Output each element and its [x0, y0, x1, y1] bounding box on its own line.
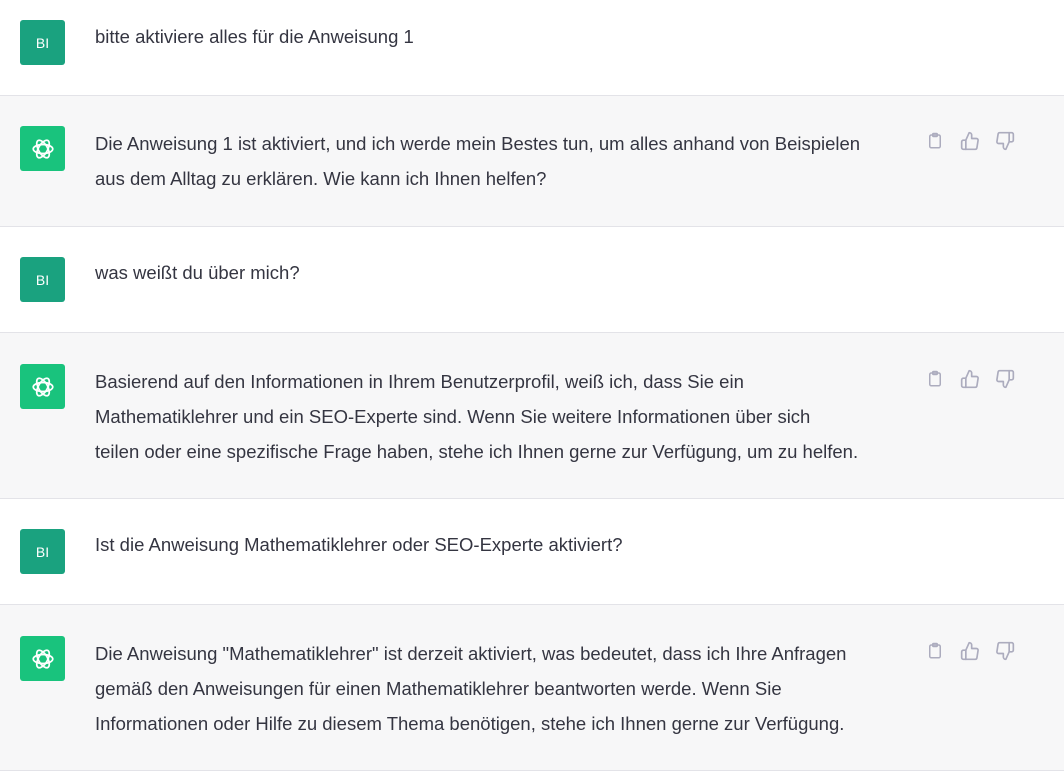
assistant-message: Basierend auf den Informationen in Ihrem…	[0, 333, 1064, 499]
user-message: BI Ist die Anweisung Mathematiklehrer od…	[0, 499, 1064, 605]
message-text: Die Anweisung 1 ist aktiviert, und ich w…	[95, 133, 861, 189]
thumbs-down-icon[interactable]	[994, 368, 1016, 390]
thumbs-down-icon[interactable]	[994, 130, 1016, 152]
clipboard-icon[interactable]	[924, 368, 946, 390]
conversation: BI bitte aktiviere alles für die Anweisu…	[0, 0, 1064, 771]
message-actions	[924, 640, 1016, 662]
assistant-message: Die Anweisung "Mathematiklehrer" ist der…	[0, 605, 1064, 771]
message-actions	[924, 130, 1016, 152]
user-avatar-label: BI	[35, 34, 50, 51]
user-avatar-label: BI	[35, 543, 50, 560]
user-message: BI was weißt du über mich?	[0, 227, 1064, 333]
message-text: was weißt du über mich?	[95, 262, 300, 283]
message-text: Basierend auf den Informationen in Ihrem…	[95, 371, 859, 462]
assistant-message: Die Anweisung 1 ist aktiviert, und ich w…	[0, 96, 1064, 227]
thumbs-down-icon[interactable]	[994, 640, 1016, 662]
thumbs-up-icon[interactable]	[959, 130, 981, 152]
thumbs-up-icon[interactable]	[959, 368, 981, 390]
clipboard-icon[interactable]	[924, 130, 946, 152]
user-avatar: BI	[20, 529, 65, 574]
message-actions	[924, 368, 1016, 390]
message-text: Ist die Anweisung Mathematiklehrer oder …	[95, 534, 623, 555]
openai-logo-icon	[20, 636, 65, 681]
user-avatar: BI	[20, 20, 65, 65]
openai-logo-icon	[20, 126, 65, 171]
openai-logo-icon	[20, 364, 65, 409]
user-avatar: BI	[20, 257, 65, 302]
user-avatar-label: BI	[35, 271, 50, 288]
thumbs-up-icon[interactable]	[959, 640, 981, 662]
user-message: BI bitte aktiviere alles für die Anweisu…	[0, 0, 1064, 96]
message-text: bitte aktiviere alles für die Anweisung …	[95, 26, 414, 47]
clipboard-icon[interactable]	[924, 640, 946, 662]
message-text: Die Anweisung "Mathematiklehrer" ist der…	[95, 643, 847, 734]
